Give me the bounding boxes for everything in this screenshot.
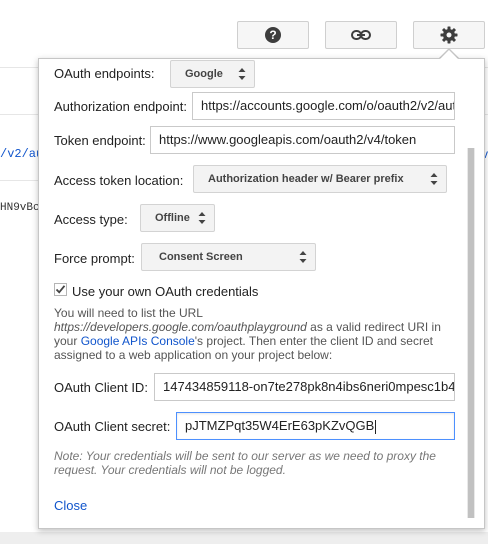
credentials-note: Note: Your credentials will be sent to o…	[54, 449, 436, 477]
select-arrows-icon	[198, 212, 206, 224]
token-endpoint-field[interactable]: https://www.googleapis.com/oauth2/v4/tok…	[150, 126, 455, 154]
popup-caret-fill	[439, 50, 459, 60]
credentials-description: You will need to list the URL https://de…	[54, 306, 454, 362]
oauth-endpoints-label: OAuth endpoints:	[54, 66, 155, 81]
link-button[interactable]	[325, 21, 397, 49]
help-button[interactable]: ?	[237, 21, 309, 49]
access-token-location-label: Access token location:	[54, 173, 184, 188]
oauth-endpoints-select[interactable]: Google	[170, 60, 255, 88]
force-prompt-label: Force prompt:	[54, 251, 135, 266]
background-divider	[0, 180, 40, 181]
oauth-endpoints-value: Google	[185, 68, 223, 80]
force-prompt-select[interactable]: Consent Screen	[141, 243, 316, 271]
close-link[interactable]: Close	[54, 498, 87, 513]
gear-icon	[440, 26, 458, 44]
own-credentials-checkbox[interactable]	[54, 283, 67, 296]
link-icon	[351, 30, 371, 40]
settings-button[interactable]	[413, 21, 485, 49]
select-arrows-icon	[299, 251, 307, 263]
authorization-endpoint-label: Authorization endpoint:	[54, 99, 187, 114]
select-arrows-icon	[430, 173, 438, 185]
checkmark-icon	[55, 285, 66, 294]
force-prompt-value: Consent Screen	[159, 251, 243, 263]
client-secret-value: pJTMZPqt35W4ErE63pKZvQGB	[185, 418, 375, 433]
help-icon: ?	[265, 27, 281, 43]
select-arrows-icon	[238, 68, 246, 80]
background-code-fragment: HN9vBc	[0, 202, 40, 214]
own-credentials-label[interactable]: Use your own OAuth credentials	[72, 284, 258, 299]
access-type-label: Access type:	[54, 212, 128, 227]
background-url-fragment: /v2/au	[0, 147, 44, 161]
client-secret-label: OAuth Client secret:	[54, 419, 171, 434]
access-token-location-value: Authorization header w/ Bearer prefix	[208, 173, 404, 185]
client-id-label: OAuth Client ID:	[54, 380, 148, 395]
token-endpoint-label: Token endpoint:	[54, 133, 146, 148]
access-type-value: Offline	[155, 212, 190, 224]
bottom-band	[0, 532, 488, 544]
client-id-field[interactable]: 147434859118-on7te278pk8n4ibs6neri0mpesc…	[154, 373, 455, 401]
scrollbar-thumb[interactable]	[468, 148, 474, 518]
google-apis-console-link[interactable]: Google APIs Console	[81, 334, 195, 348]
access-token-location-select[interactable]: Authorization header w/ Bearer prefix	[193, 165, 447, 193]
redirect-url-text: https://developers.google.com/oauthplayg…	[54, 320, 307, 334]
access-type-select[interactable]: Offline	[140, 204, 215, 232]
authorization-endpoint-field[interactable]: https://accounts.google.com/o/oauth2/v2/…	[192, 92, 455, 120]
description-text: You will need to list the URL	[54, 306, 203, 320]
client-secret-field[interactable]: pJTMZPqt35W4ErE63pKZvQGB	[176, 412, 455, 440]
text-cursor	[375, 419, 377, 434]
